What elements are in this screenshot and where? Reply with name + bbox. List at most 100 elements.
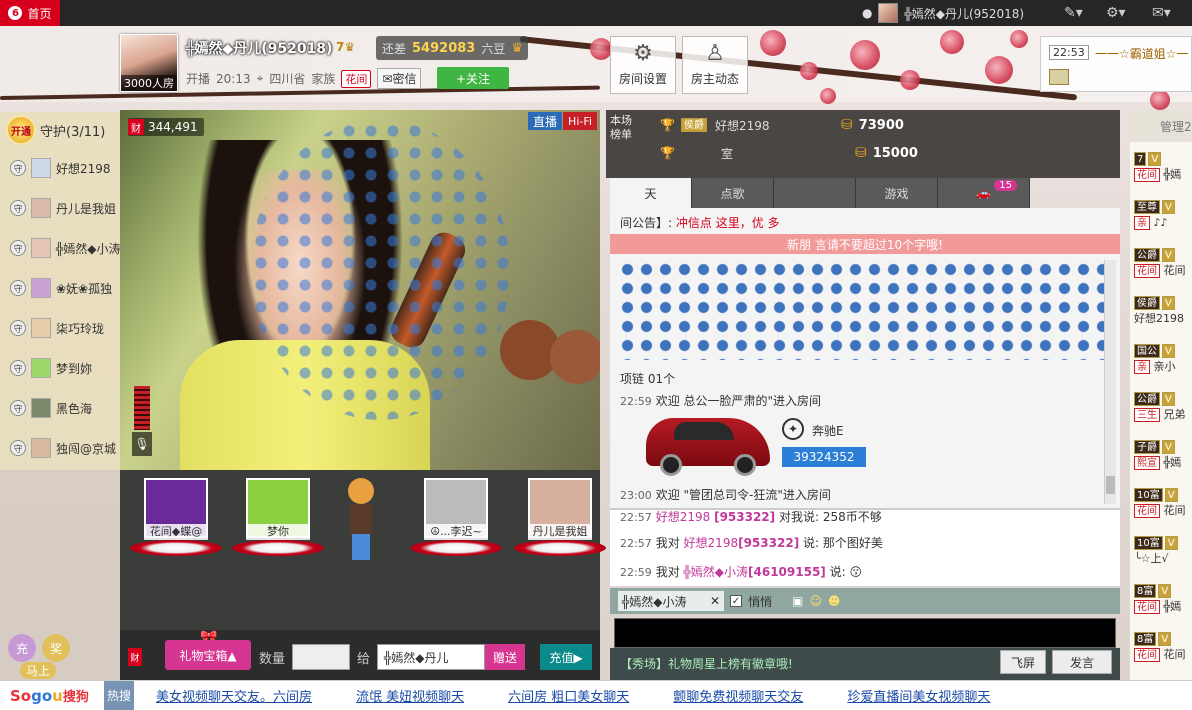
cartoon-avatar[interactable]	[340, 478, 380, 560]
wealth-badge: 财 344,491	[128, 118, 204, 136]
host-activity-button[interactable]: ♙ 房主动态	[682, 36, 748, 94]
gap-label: 还差	[382, 41, 407, 56]
live-video[interactable]	[120, 110, 600, 470]
admin-item[interactable]: 公爵 V 三生 兄弟	[1134, 392, 1192, 436]
stage-seat[interactable]: ☮...李迟~	[408, 478, 502, 558]
blossom-decoration	[1010, 30, 1028, 48]
hot-link[interactable]: 颤聊免费视频聊天交友	[651, 686, 825, 705]
tab-chat[interactable]: 天	[610, 178, 692, 208]
guardian-item[interactable]: 守 ╬嫣然◆小涛	[0, 228, 120, 268]
hot-link[interactable]: 六间房 粗口美女聊天	[486, 686, 651, 705]
admin-badge: 8富	[1134, 632, 1157, 646]
envelope-icon: ✉	[382, 72, 393, 86]
edit-icon[interactable]: ✎▾	[1064, 0, 1083, 26]
sticker-icon[interactable]: ☻	[828, 594, 841, 608]
guardian-item[interactable]: 守 好想2198	[0, 148, 120, 188]
tab-game[interactable]: 游戏	[856, 178, 938, 208]
car-owner-id[interactable]: 39324352	[782, 447, 866, 467]
open-guardian-button[interactable]: 开通	[6, 115, 36, 145]
blossom-decoration	[985, 56, 1013, 84]
admin-item[interactable]: 至尊 V 亲 ♪♪	[1134, 200, 1192, 244]
recipient-select[interactable]: ╬嫣然◆丹儿	[377, 644, 485, 670]
newbie-notice: 新朋 言请不要超过10个字哦!	[610, 234, 1120, 254]
admin-item[interactable]: 10富 V ╰☆上√	[1134, 536, 1192, 580]
ranking-row[interactable]: 🏆 室 ⛁ 15000	[660, 141, 918, 165]
gift-box-button[interactable]: 礼物宝箱▲	[165, 640, 251, 670]
wealth-small-badge: 财	[128, 648, 142, 666]
admin-title[interactable]: 管理2	[1130, 110, 1192, 142]
emoji-icon[interactable]: ☺	[809, 594, 822, 608]
chat-line: 23:00 欢迎 "管团总司令-狂流"进入房间	[620, 488, 831, 502]
room-settings-button[interactable]: ⚙ 房间设置	[610, 36, 676, 94]
guard-badge-icon: 守	[10, 200, 26, 216]
admin-tag: 熙宣	[1134, 456, 1160, 470]
fly-screen-button[interactable]: 飞屏	[1000, 650, 1046, 674]
home-button[interactable]: 6 首页	[0, 0, 60, 26]
family-tag[interactable]: 花间	[341, 69, 372, 88]
quantity-input[interactable]	[292, 644, 350, 670]
seat-label: 丹儿是我姐	[528, 524, 592, 540]
vip-v-icon: V	[1164, 488, 1178, 502]
admin-name: ╬嫣	[1163, 456, 1182, 469]
guard-badge-icon: 守	[10, 320, 26, 336]
settings-icon[interactable]: ⚙▾	[1106, 0, 1126, 26]
hifi-tag[interactable]: Hi-Fi	[563, 112, 597, 130]
guard-badge-icon: 守	[10, 360, 26, 376]
vip-widget[interactable]: 22:53 一一☆霸道姐☆一	[1040, 36, 1192, 92]
admin-item[interactable]: 侯爵 V 好想2198	[1134, 296, 1192, 340]
admin-item[interactable]: 8富 V 花间 花间	[1134, 632, 1192, 676]
recharge-button[interactable]: 充值▶	[540, 644, 592, 670]
admin-name: 亲小	[1153, 360, 1176, 373]
admin-item[interactable]: 国公 V 亲 亲小	[1134, 344, 1192, 388]
ranking-row[interactable]: 🏆 侯爵 好想2198 ⛁ 73900	[660, 113, 904, 137]
hot-link[interactable]: 珍爱直播间美女视频聊天	[825, 686, 1012, 705]
room-settings-label: 房间设置	[618, 72, 667, 86]
hot-link[interactable]: 流氓 美妞视频聊天	[334, 686, 486, 705]
admin-item[interactable]: 子爵 V 熙宣 ╬嫣	[1134, 440, 1192, 484]
chat-input[interactable]	[614, 618, 1116, 648]
host-avatar[interactable]: 3000人房	[120, 34, 178, 92]
guardian-item[interactable]: 守 丹儿是我姐	[0, 188, 120, 228]
chat-scrollbar[interactable]	[1104, 260, 1116, 504]
guardian-item[interactable]: 守 柒巧玲珑	[0, 308, 120, 348]
close-icon[interactable]: ✕	[710, 594, 720, 608]
send-gift-button[interactable]: 赠送	[485, 644, 525, 670]
microphone-icon[interactable]: 🎙	[132, 432, 152, 456]
top-user-info[interactable]: ● ╬嫣然◆丹儿(952018)	[862, 0, 1024, 26]
admin-item[interactable]: 8富 V 花间 ╬嫣	[1134, 584, 1192, 628]
stage-seat[interactable]: 花间◆蝶@	[128, 478, 222, 558]
home-label: 首页	[27, 6, 52, 21]
admin-tag: 亲	[1134, 216, 1150, 230]
admin-item[interactable]: 7 V 花间 ╬嫣	[1134, 152, 1192, 196]
stage-seat[interactable]: 丹儿是我姐	[512, 478, 606, 558]
admin-badge: 10富	[1134, 488, 1163, 502]
vip-v-icon: V	[1162, 440, 1175, 454]
guardian-item[interactable]: 守 梦到妳	[0, 348, 120, 388]
recharge-circle-button[interactable]: 充	[8, 634, 36, 662]
guardian-item[interactable]: 守 黑色海	[0, 388, 120, 428]
image-icon[interactable]: ▣	[792, 594, 803, 608]
ranking-label[interactable]: 本场榜单	[608, 112, 642, 156]
whisper-checkbox[interactable]: ✓	[730, 595, 742, 607]
shop-label[interactable]: 马上	[20, 662, 57, 679]
admin-badge: 公爵	[1134, 392, 1160, 406]
vip-v-icon: V	[1162, 392, 1175, 406]
admin-item[interactable]: 10富 V 花间 花间	[1134, 488, 1192, 532]
private-message-button[interactable]: ✉密信	[377, 68, 422, 89]
guardian-item[interactable]: 守 独闯@京城	[0, 428, 120, 468]
chat-target-select[interactable]: ╬嫣然◆小涛 ✕	[618, 591, 724, 611]
mail-icon[interactable]: ✉▾	[1152, 0, 1171, 26]
guardian-item[interactable]: 守 ❀妩❀孤独	[0, 268, 120, 308]
stage-seat[interactable]: 梦你	[230, 478, 324, 558]
tab-song[interactable]: 点歌	[692, 178, 774, 208]
reward-circle-button[interactable]: 奖	[42, 634, 70, 662]
hot-link[interactable]: 美女视频聊天交友。六间房	[134, 686, 334, 705]
tab-blank[interactable]	[774, 178, 856, 208]
tab-car[interactable]: 🚗 15	[938, 178, 1030, 208]
send-message-button[interactable]: 发言	[1052, 650, 1112, 674]
volume-meter[interactable]	[134, 386, 150, 430]
follow-button[interactable]: +关注	[437, 67, 509, 89]
live-tag[interactable]: 直播	[528, 112, 562, 130]
guard-badge-icon: 守	[10, 240, 26, 256]
admin-item[interactable]: 公爵 V 花间 花间	[1134, 248, 1192, 292]
